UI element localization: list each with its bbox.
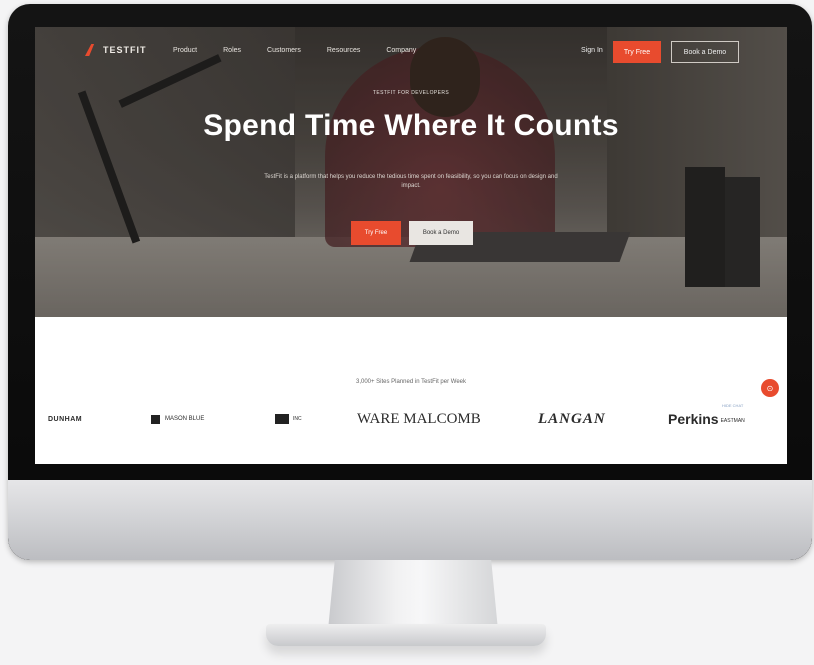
trust-heading: 3,000+ Sites Planned in TestFit per Week bbox=[355, 379, 466, 385]
logo-mark-icon bbox=[151, 414, 160, 424]
browser-screen: TESTFIT Product Roles Customers Resource… bbox=[35, 27, 787, 464]
logo-text: MASON BLUE bbox=[165, 416, 205, 422]
logo-text: WARE MALCOMB bbox=[357, 410, 481, 427]
try-free-button[interactable]: Try Free bbox=[613, 41, 661, 63]
customer-logo-langan: LANGAN bbox=[538, 407, 606, 431]
monitor-chin bbox=[8, 480, 812, 560]
book-demo-button[interactable]: Book a Demo bbox=[671, 41, 739, 63]
customer-logo-perkins: Perkins EASTMAN bbox=[668, 407, 745, 431]
logo-suffix: EASTMAN bbox=[720, 418, 745, 424]
logo-text: INC bbox=[293, 416, 302, 422]
hero-subtext: TestFit is a platform that helps you red… bbox=[264, 174, 558, 189]
monitor-stand-neck bbox=[328, 560, 498, 630]
hero-section: TESTFIT Product Roles Customers Resource… bbox=[35, 27, 787, 317]
nav-link-roles[interactable]: Roles bbox=[223, 47, 241, 54]
customer-logo-mason: MASON BLUE bbox=[151, 407, 204, 431]
nav-links: Product Roles Customers Resources Compan… bbox=[173, 47, 442, 54]
brand-logo[interactable]: TESTFIT bbox=[85, 44, 147, 56]
customer-logo-ware-malcomb: WARE MALCOMB bbox=[357, 407, 481, 431]
logo-text: LANGAN bbox=[538, 410, 606, 427]
logo-mark-icon bbox=[275, 414, 289, 424]
imac-monitor: TESTFIT Product Roles Customers Resource… bbox=[8, 4, 812, 560]
nav-link-resources[interactable]: Resources bbox=[327, 47, 360, 54]
top-nav: TESTFIT Product Roles Customers Resource… bbox=[35, 27, 787, 73]
nav-link-product[interactable]: Product bbox=[173, 47, 197, 54]
customer-logo-inc: INC bbox=[275, 407, 302, 431]
nav-link-company[interactable]: Company bbox=[386, 47, 416, 54]
hero-headline: Spend Time Where It Counts bbox=[203, 109, 619, 142]
sign-in-link[interactable]: Sign In bbox=[581, 47, 603, 54]
chat-bubble-icon[interactable]: ⊙ bbox=[761, 379, 779, 397]
monitor-stand-base bbox=[266, 624, 546, 646]
testfit-logo-icon bbox=[85, 44, 95, 56]
hero-eyebrow: TESTFIT FOR DEVELOPERS bbox=[372, 90, 450, 96]
hero-try-free-button[interactable]: Try Free bbox=[351, 221, 401, 245]
logo-text: DUNHAM bbox=[48, 415, 83, 423]
customer-logos: DUNHAM MASON BLUE INC WARE MALCOMB LANGA… bbox=[35, 407, 787, 431]
chat-hide-label[interactable]: HIDE CHAT bbox=[722, 403, 743, 408]
hero-book-demo-button[interactable]: Book a Demo bbox=[409, 221, 473, 245]
customer-logo-dunham: DUNHAM bbox=[48, 407, 82, 431]
logo-text: Perkins bbox=[668, 411, 719, 427]
nav-link-customers[interactable]: Customers bbox=[267, 47, 301, 54]
brand-name: TESTFIT bbox=[103, 45, 147, 55]
